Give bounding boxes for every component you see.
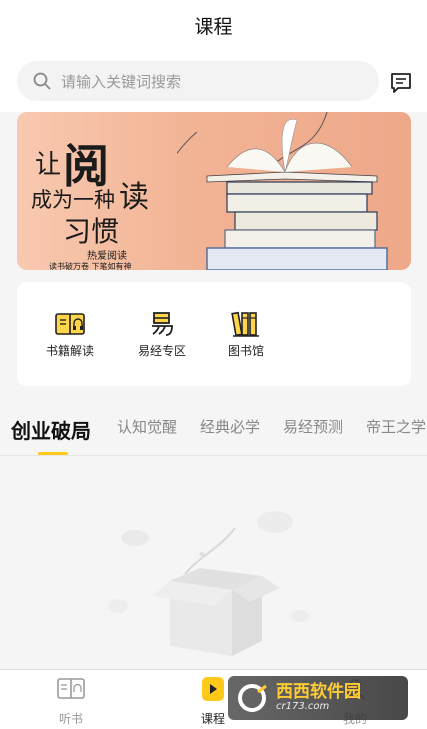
watermark-logo: 西西软件园 cr173.com <box>228 676 408 720</box>
category-book-reading[interactable]: 书籍解读 <box>30 310 110 359</box>
book-headphones-icon <box>55 313 85 335</box>
books-illustration <box>177 112 388 270</box>
category-label: 图书馆 <box>227 344 264 358</box>
banner-text: 热爱阅读 <box>87 251 127 262</box>
tab-chuangye-poju[interactable]: 创业破局 <box>11 415 91 444</box>
tab-jingdian-bixue[interactable]: 经典必学 <box>200 416 260 437</box>
category-yijing[interactable]: 易经专区 <box>122 310 202 359</box>
search-bar: 请输入关键词搜索 <box>0 50 427 112</box>
watermark-title: 西西软件园 <box>276 681 361 702</box>
category-library[interactable]: 图书馆 <box>206 310 286 359</box>
play-icon <box>202 677 224 701</box>
banner-text: 习惯 <box>63 215 120 248</box>
message-icon[interactable] <box>389 71 413 95</box>
promo-banner[interactable]: 让 阅 成为一种 读 习惯 热爱阅读 读书破万卷 下笔如有神 <box>17 112 411 270</box>
tab-yijing-yuce[interactable]: 易经预测 <box>283 416 343 437</box>
course-tabs: 创业破局 认知觉醒 经典必学 易经预测 帝王之学 <box>0 403 427 456</box>
banner-text: 让 <box>35 150 62 180</box>
yi-glyph-icon <box>152 312 173 336</box>
empty-state <box>0 456 427 669</box>
empty-box-illustration <box>108 511 309 656</box>
audiobook-icon <box>57 678 85 699</box>
tab-renzhi-juexing[interactable]: 认知觉醒 <box>117 416 177 437</box>
watermark-domain: cr173.com <box>276 700 330 712</box>
tab-label: 听书 <box>58 712 83 726</box>
category-label: 书籍解读 <box>45 344 94 358</box>
bookshelf-icon <box>231 311 259 337</box>
search-icon <box>33 72 51 90</box>
category-panel: 书籍解读 易经专区 图书馆 <box>17 282 411 386</box>
search-placeholder: 请输入关键词搜索 <box>61 72 182 91</box>
page-header: 课程 <box>0 0 427 50</box>
search-input[interactable]: 请输入关键词搜索 <box>17 61 379 101</box>
tab-diwang-zhixue[interactable]: 帝王之学 <box>366 416 426 437</box>
category-label: 易经专区 <box>137 344 186 358</box>
banner-text: 读 <box>119 180 149 215</box>
page-title: 课程 <box>194 15 233 38</box>
banner-text: 读书破万卷 下笔如有神 <box>49 262 132 270</box>
tab-listen[interactable]: 听书 <box>41 676 101 727</box>
watermark-logo-icon <box>238 684 267 712</box>
